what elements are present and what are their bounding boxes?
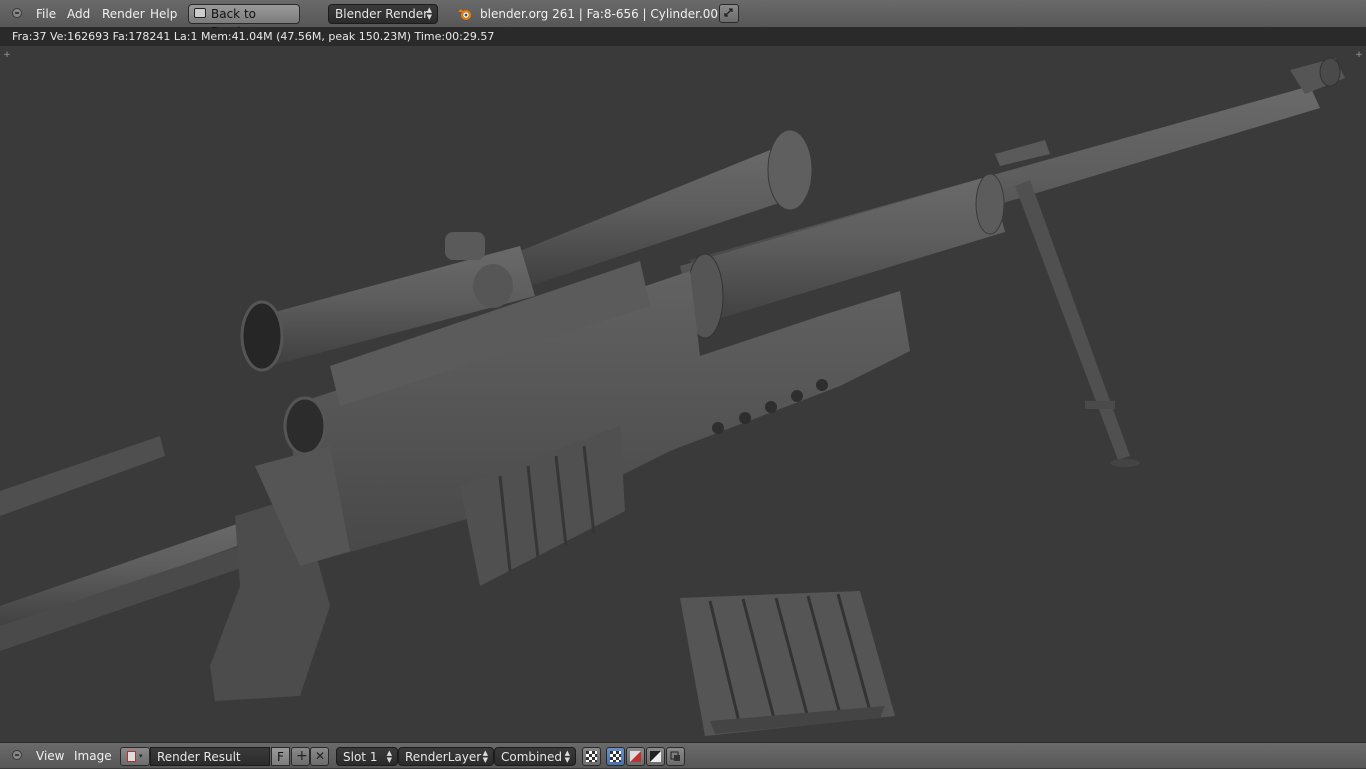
editor-collapse-icon[interactable]: [12, 750, 22, 760]
render-layer-arrows-icon: ▲ ▼: [482, 749, 488, 764]
scene-info: blender.org 261 | Fa:8-656 | Cylinder.00…: [480, 7, 726, 21]
render-engine-select[interactable]: Blender Render ▲ ▼: [328, 4, 438, 24]
checker-icon: [610, 751, 621, 762]
image-name-field[interactable]: Render Result: [150, 747, 270, 766]
render-stats-bar: Fra:37 Ve:162693 Fa:178241 La:1 Mem:41.0…: [0, 28, 1366, 46]
render-pass-label: Combined: [501, 750, 562, 764]
image-editor-icon: [127, 751, 136, 762]
draw-zbuffer-button[interactable]: [646, 747, 665, 766]
render-pass-arrows-icon: ▲ ▼: [564, 749, 570, 764]
select-arrows-icon: ▲ ▼: [426, 6, 432, 21]
render-stats-text: Fra:37 Ve:162693 Fa:178241 La:1 Mem:41.0…: [12, 30, 495, 43]
z-buffer-icon: [650, 751, 661, 762]
fullscreen-icon: [724, 8, 733, 17]
menu-render[interactable]: Render: [102, 0, 145, 28]
close-icon: ✕: [315, 749, 326, 763]
channels-button[interactable]: [666, 747, 685, 766]
menu-view[interactable]: View: [36, 743, 64, 769]
new-image-button[interactable]: +: [291, 747, 310, 766]
alpha-icon: [630, 751, 641, 762]
render-pass-select[interactable]: Combined ▲ ▼: [494, 747, 576, 766]
slot-arrows-icon: ▲ ▼: [386, 749, 392, 764]
rendered-rifle-image: [0, 57, 1345, 736]
render-border-button[interactable]: [582, 747, 601, 766]
fake-user-button[interactable]: F: [271, 747, 290, 766]
menu-file[interactable]: File: [36, 0, 56, 28]
back-icon: [194, 8, 206, 18]
image-browse-button[interactable]: ▾: [120, 747, 150, 766]
draw-image-button[interactable]: [606, 747, 625, 766]
draw-alpha-button[interactable]: [626, 747, 645, 766]
menu-image[interactable]: Image: [74, 743, 112, 769]
menu-add[interactable]: Add: [67, 0, 90, 28]
render-viewport[interactable]: + +: [0, 46, 1366, 742]
checker-icon: [586, 751, 597, 762]
render-layer-select[interactable]: RenderLayer ▲ ▼: [398, 747, 494, 766]
image-editor-header: View Image ▾ Render Result F + ✕ Slot 1 …: [0, 742, 1366, 768]
render-engine-label: Blender Render: [335, 7, 429, 21]
back-to-previous-button[interactable]: Back to Previous: [188, 4, 300, 39]
fullscreen-button[interactable]: [719, 4, 739, 23]
add-icon: +: [296, 748, 308, 764]
unlink-image-button[interactable]: ✕: [310, 747, 329, 766]
dropdown-arrow-icon: ▾: [139, 752, 143, 760]
menu-help[interactable]: Help: [150, 0, 177, 28]
top-header: File Add Render Help Back to Previous Bl…: [0, 0, 1366, 39]
fake-user-label: F: [277, 750, 284, 764]
slot-label: Slot 1: [343, 750, 378, 764]
render-layer-label: RenderLayer: [405, 750, 482, 764]
image-name-text: Render Result: [157, 750, 241, 764]
blender-logo-icon: [458, 9, 471, 20]
slot-select[interactable]: Slot 1 ▲ ▼: [336, 747, 398, 766]
header-collapse-icon[interactable]: [12, 8, 22, 18]
channels-icon: [670, 751, 680, 761]
